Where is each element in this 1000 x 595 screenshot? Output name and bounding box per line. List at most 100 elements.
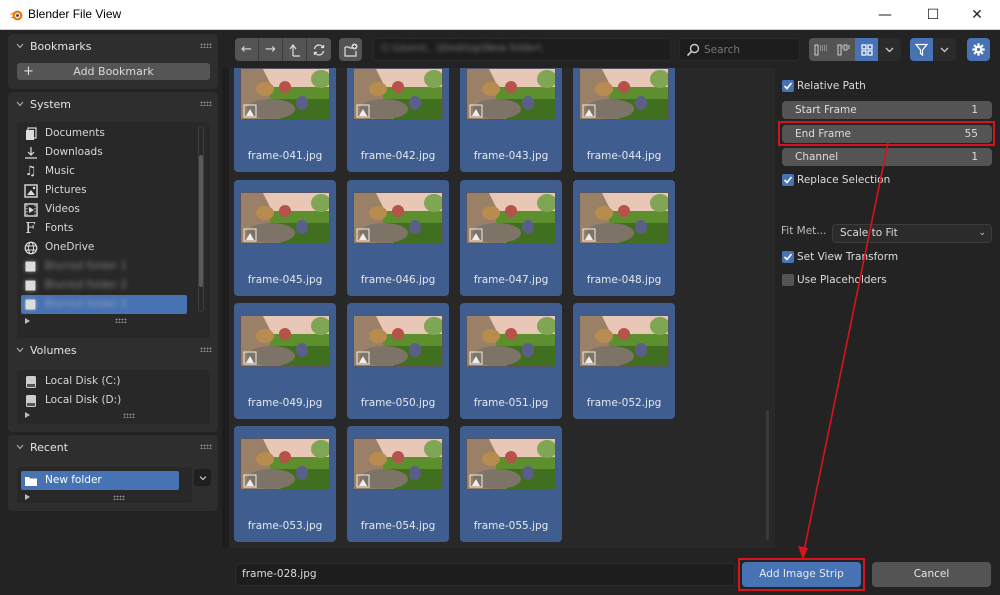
file-name: frame-044.jpg <box>586 150 662 162</box>
file-tile[interactable]: frame-052.jpg <box>573 303 675 419</box>
back-button[interactable]: ← <box>235 38 259 61</box>
close-button[interactable]: ✕ <box>954 0 1000 30</box>
sidebar: Bookmarks + Add Bookmark System Document… <box>0 30 222 595</box>
volume-item-c[interactable]: Local Disk (C:) <box>21 372 121 391</box>
file-tile[interactable]: frame-053.jpg <box>234 426 336 542</box>
display-mode-group <box>809 38 901 61</box>
filter-settings-dropdown[interactable] <box>933 38 956 61</box>
system-header[interactable]: System <box>8 92 218 118</box>
file-tile[interactable]: frame-044.jpg <box>573 68 675 172</box>
refresh-button[interactable] <box>307 38 331 61</box>
recent-dropdown-button[interactable] <box>194 469 211 486</box>
bookmarks-header[interactable]: Bookmarks <box>8 34 218 60</box>
system-item-downloads[interactable]: Downloads <box>21 143 103 162</box>
drag-grip-icon[interactable] <box>200 347 212 352</box>
image-thumbnail <box>353 438 443 490</box>
file-name: frame-046.jpg <box>360 274 436 286</box>
system-item-pictures[interactable]: Pictures <box>21 181 87 200</box>
system-item-onedrive[interactable]: OneDrive <box>21 238 94 257</box>
volumes-header[interactable]: Volumes <box>8 338 218 364</box>
add-image-strip-annotation-box <box>738 558 865 591</box>
file-tile[interactable]: frame-048.jpg <box>573 180 675 296</box>
options-toggle-button[interactable] <box>967 38 990 61</box>
file-tile[interactable]: frame-042.jpg <box>347 68 449 172</box>
chevron-down-icon <box>16 43 24 49</box>
system-list-scrollbar[interactable] <box>198 126 204 312</box>
new-folder-icon <box>343 43 357 57</box>
system-item-documents[interactable]: Documents <box>21 124 105 143</box>
system-item-music[interactable]: ♫ Music <box>21 162 75 181</box>
system-item-label: Documents <box>45 127 105 139</box>
file-tile[interactable]: frame-046.jpg <box>347 180 449 296</box>
file-tile[interactable]: frame-055.jpg <box>460 426 562 542</box>
add-bookmark-button[interactable]: + Add Bookmark <box>17 63 210 80</box>
cancel-button[interactable]: Cancel <box>872 562 991 587</box>
expand-triangle-icon[interactable] <box>25 412 30 418</box>
chevron-down-icon <box>16 347 24 353</box>
system-item-blurred[interactable]: ■ Blurred folder 2 <box>21 276 127 295</box>
recent-item-new-folder[interactable]: New folder <box>21 471 179 490</box>
file-tile[interactable]: frame-050.jpg <box>347 303 449 419</box>
image-thumbnail <box>353 192 443 244</box>
maximize-button[interactable]: ☐ <box>910 0 956 30</box>
drag-grip-icon[interactable] <box>200 101 212 106</box>
resize-grip-icon[interactable] <box>113 495 125 500</box>
image-thumbnail <box>240 438 330 490</box>
search-input[interactable]: Search <box>679 38 800 61</box>
file-tile[interactable]: frame-041.jpg <box>234 68 336 172</box>
vertical-list-button[interactable] <box>809 38 832 61</box>
system-item-blurred[interactable]: ■ Blurred folder 1 <box>21 257 127 276</box>
system-item-fonts[interactable]: F Fonts <box>21 219 73 238</box>
channel-label: Channel <box>795 151 839 163</box>
parent-directory-button[interactable] <box>283 38 307 61</box>
recent-item-label: New folder <box>45 474 102 486</box>
filename-input[interactable]: frame-028.jpg <box>235 563 735 586</box>
thumbnails-button[interactable] <box>855 38 878 61</box>
operator-properties: Relative Path Start Frame 1 End Frame 55… <box>775 68 1000 548</box>
expand-triangle-icon[interactable] <box>25 494 30 500</box>
file-tile[interactable]: frame-054.jpg <box>347 426 449 542</box>
new-folder-btn-inner <box>339 38 362 61</box>
image-thumbnail <box>240 192 330 244</box>
expand-triangle-icon[interactable] <box>25 318 30 324</box>
forward-button[interactable]: → <box>259 38 283 61</box>
file-tile[interactable]: frame-047.jpg <box>460 180 562 296</box>
new-folder-button[interactable] <box>339 38 362 61</box>
system-item-videos[interactable]: Videos <box>21 200 80 219</box>
directory-path-field[interactable]: C:\Users\...\Desktop\New folder\ <box>373 38 671 61</box>
recent-list: New folder <box>17 467 192 503</box>
recent-header[interactable]: Recent <box>8 435 218 461</box>
relative-path-checkbox[interactable]: Relative Path <box>782 77 866 95</box>
replace-selection-checkbox[interactable]: Replace Selection <box>782 171 890 189</box>
file-name: frame-051.jpg <box>473 397 549 409</box>
fit-method-select[interactable]: Scale to Fit ⌄ <box>832 224 992 243</box>
file-name: frame-053.jpg <box>247 520 323 532</box>
filter-group <box>910 38 956 61</box>
folder-icon <box>23 473 38 488</box>
system-item-selected[interactable]: ■ Blurred folder 3 <box>21 295 187 314</box>
channel-field[interactable]: Channel 1 <box>782 148 992 166</box>
file-tile[interactable]: frame-043.jpg <box>460 68 562 172</box>
file-tile[interactable]: frame-045.jpg <box>234 180 336 296</box>
resize-grip-icon[interactable] <box>123 413 135 418</box>
image-thumbnail <box>579 315 669 367</box>
gear-icon <box>972 43 985 56</box>
start-frame-field[interactable]: Start Frame 1 <box>782 101 992 119</box>
file-name: frame-041.jpg <box>247 150 323 162</box>
file-tile[interactable]: frame-051.jpg <box>460 303 562 419</box>
drag-grip-icon[interactable] <box>200 43 212 48</box>
folder-icon: ■ <box>24 297 37 312</box>
use-placeholders-checkbox[interactable]: Use Placeholders <box>782 271 887 289</box>
scrollbar-thumb[interactable] <box>199 155 203 287</box>
filter-toggle-button[interactable] <box>910 38 933 61</box>
volumes-panel: Volumes Local Disk (C:) Local Disk (D:) <box>8 338 218 432</box>
file-tile[interactable]: frame-049.jpg <box>234 303 336 419</box>
set-view-transform-checkbox[interactable]: Set View Transform <box>782 248 898 266</box>
volume-item-d[interactable]: Local Disk (D:) <box>21 391 121 410</box>
minimize-button[interactable]: — <box>862 0 908 30</box>
drag-grip-icon[interactable] <box>200 444 212 449</box>
resize-grip-icon[interactable] <box>115 318 127 323</box>
file-grid-scrollbar[interactable] <box>766 410 769 540</box>
display-settings-dropdown[interactable] <box>878 38 901 61</box>
horizontal-list-button[interactable] <box>832 38 855 61</box>
